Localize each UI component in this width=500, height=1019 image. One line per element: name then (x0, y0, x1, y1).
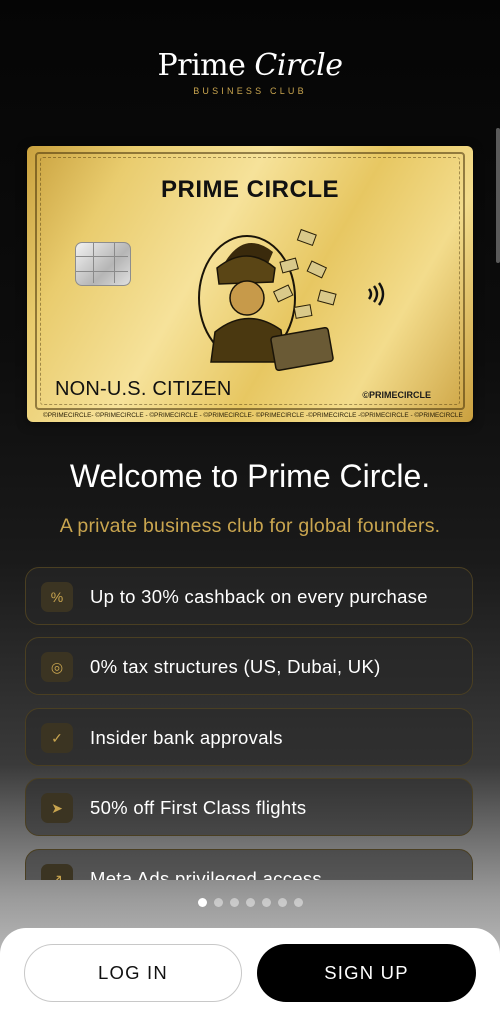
signup-button[interactable]: SIGN UP (257, 944, 476, 1002)
logo-word-circle: Circle (254, 48, 343, 83)
benefit-item-cashback: % Up to 30% cashback on every purchase (25, 567, 473, 625)
pagination-dot[interactable] (277, 898, 287, 907)
logo-word-prime: Prime (157, 48, 255, 83)
brand-logo: Prime Circle BUSINESS CLUB (0, 46, 500, 96)
card-title: PRIME CIRCLE (160, 176, 339, 203)
check-circle-icon: ✓ (41, 723, 73, 753)
pagination-dot[interactable] (261, 898, 271, 907)
welcome-tagline: A private business club for global found… (59, 515, 441, 537)
card-citizen-label: NON-U.S. CITIZEN (55, 378, 232, 400)
pagination-dot[interactable] (213, 898, 223, 907)
card-brand-mark: ©PRIMECIRCLE (362, 390, 431, 400)
benefit-item-flights: ➤ 50% off First Class flights (25, 778, 473, 836)
scrollbar[interactable] (496, 128, 500, 263)
warrior-laptop-illustration (198, 228, 337, 372)
benefit-item-meta-ads: ↗ Meta Ads privileged access (25, 849, 473, 880)
pagination-dot[interactable] (197, 898, 207, 907)
contactless-icon (368, 282, 385, 306)
globe-icon: ◎ (41, 652, 73, 682)
pagination-dot[interactable] (293, 898, 303, 907)
benefit-label: Insider bank approvals (90, 727, 283, 748)
plane-send-icon: ➤ (41, 793, 73, 823)
benefit-item-tax: ◎ 0% tax structures (US, Dubai, UK) (25, 637, 473, 695)
card-microprint-strip: ©PRIMECIRCLE- ©PRIMECIRCLE - ©PRIMECIRCL… (43, 412, 463, 419)
membership-card: PRIME CIRCLE NON-U.S. CITIZEN ©PRIMECIRC… (27, 146, 473, 422)
pagination-dots (0, 898, 500, 907)
benefit-label: 0% tax structures (US, Dubai, UK) (90, 656, 381, 677)
auth-bottom-sheet: LOG IN SIGN UP (0, 928, 500, 1019)
benefit-item-bank: ✓ Insider bank approvals (25, 708, 473, 766)
pagination-dot[interactable] (229, 898, 239, 907)
percent-icon: % (41, 582, 73, 612)
onboarding-screen: Prime Circle BUSINESS CLUB PRIME CIRCLE … (0, 0, 500, 1019)
logo-wordmark: Prime Circle (0, 46, 500, 86)
trend-up-icon: ↗ (41, 864, 73, 880)
login-button[interactable]: LOG IN (24, 944, 242, 1002)
chip-icon (75, 242, 131, 286)
benefit-label: 50% off First Class flights (90, 797, 307, 818)
welcome-title: Welcome to Prime Circle. (69, 458, 431, 494)
pagination-dot[interactable] (245, 898, 255, 907)
logo-subtitle: BUSINESS CLUB (193, 86, 307, 96)
benefits-list[interactable]: % Up to 30% cashback on every purchase ◎… (25, 567, 475, 880)
benefit-label: Up to 30% cashback on every purchase (90, 586, 428, 607)
benefit-label: Meta Ads privileged access (90, 868, 322, 880)
